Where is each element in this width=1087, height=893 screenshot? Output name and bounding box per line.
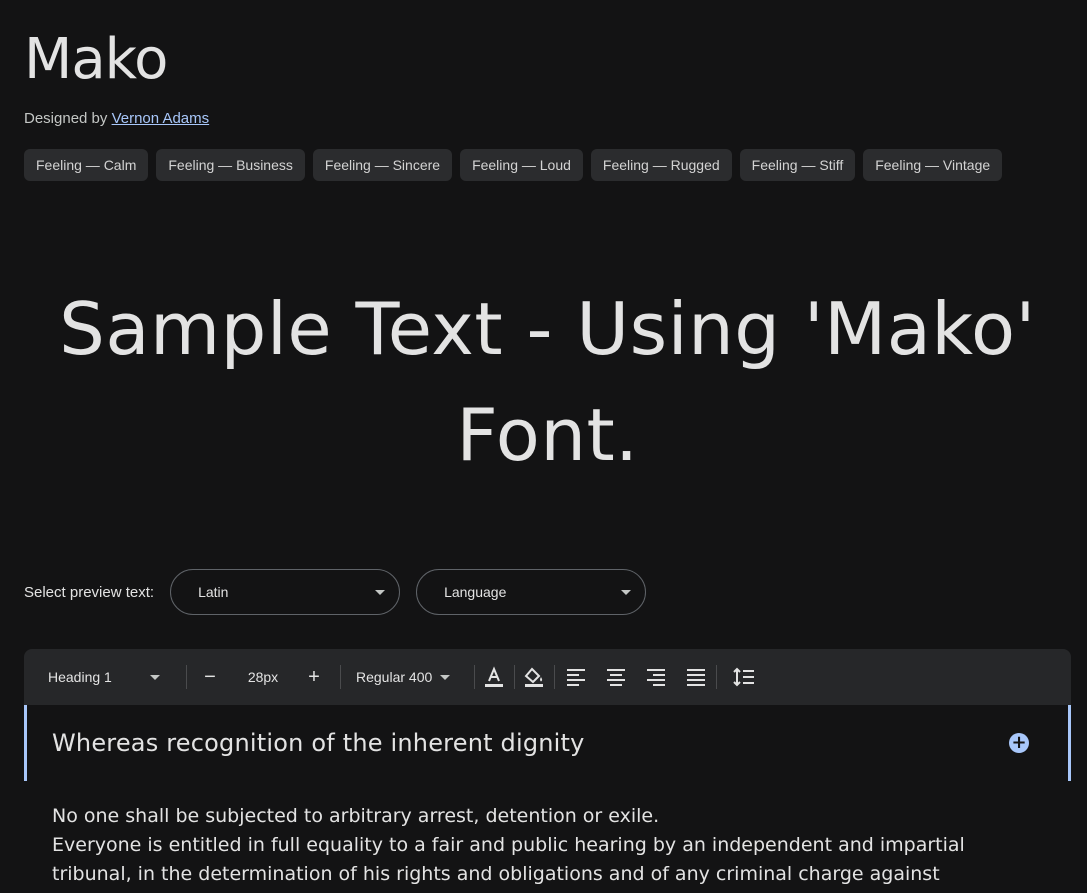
tag-stiff[interactable]: Feeling — Stiff <box>739 149 856 181</box>
tag-loud[interactable]: Feeling — Loud <box>460 149 583 181</box>
align-left-icon <box>567 669 585 686</box>
chevron-down-icon <box>440 674 451 680</box>
tag-sincere[interactable]: Feeling — Sincere <box>312 149 453 181</box>
font-title: Mako <box>24 27 168 92</box>
select-preview-label: Select preview text: <box>24 583 155 601</box>
align-center-icon <box>607 669 625 686</box>
preview-sample-text[interactable]: Sample Text - Using 'Mako' Font. <box>24 276 1071 488</box>
script-select-value: Latin <box>198 584 229 600</box>
editor-paragraph[interactable]: Everyone is entitled in full equality to… <box>52 831 1012 889</box>
tag-calm[interactable]: Feeling — Calm <box>24 149 149 181</box>
font-weight-dropdown[interactable]: Regular 400 <box>356 649 460 705</box>
toolbar-divider <box>474 665 475 689</box>
fill-color-icon <box>524 667 543 687</box>
line-height-icon <box>733 667 754 687</box>
text-style-dropdown[interactable]: Heading 1 <box>48 649 168 705</box>
tag-rugged[interactable]: Feeling — Rugged <box>590 149 732 181</box>
text-style-value: Heading 1 <box>48 669 112 685</box>
editor-heading-text[interactable]: Whereas recognition of the inherent dign… <box>52 729 585 757</box>
toolbar-divider <box>340 665 341 689</box>
language-select[interactable]: Language <box>416 569 647 615</box>
align-right-button[interactable] <box>644 649 668 705</box>
add-circle-icon[interactable]: + <box>1009 733 1029 753</box>
feeling-tags: Feeling — Calm Feeling — Business Feelin… <box>24 149 1003 181</box>
editor-paragraph[interactable]: No one shall be subjected to arbitrary a… <box>52 802 1012 831</box>
designed-by-label: Designed by <box>24 110 108 127</box>
language-select-value: Language <box>444 584 507 600</box>
preview-selector-row: Select preview text: Latin Language <box>24 569 662 615</box>
font-weight-value: Regular 400 <box>356 669 433 685</box>
designer-link[interactable]: Vernon Adams <box>112 110 210 127</box>
toolbar-divider <box>554 665 555 689</box>
text-color-button[interactable] <box>482 649 506 705</box>
script-select[interactable]: Latin <box>170 569 401 615</box>
chevron-down-icon <box>621 590 632 595</box>
toolbar-divider <box>716 665 717 689</box>
align-right-icon <box>647 669 665 686</box>
chevron-down-icon <box>149 674 160 680</box>
align-justify-button[interactable] <box>684 649 708 705</box>
font-specimen-page: Mako Designed by Vernon Adams Feeling — … <box>0 0 1087 893</box>
tag-vintage[interactable]: Feeling — Vintage <box>863 149 1003 181</box>
align-center-button[interactable] <box>604 649 628 705</box>
toolbar-divider <box>514 665 515 689</box>
align-justify-icon <box>687 669 705 686</box>
editor-heading-block[interactable]: Whereas recognition of the inherent dign… <box>24 705 1071 781</box>
decrease-size-button[interactable]: − <box>198 649 222 705</box>
align-left-button[interactable] <box>564 649 588 705</box>
chevron-down-icon <box>375 590 386 595</box>
editor-toolbar: Heading 1 − 28px + Regular 400 <box>24 649 1071 705</box>
toolbar-divider <box>186 665 187 689</box>
tag-business[interactable]: Feeling — Business <box>156 149 305 181</box>
editor-body[interactable]: No one shall be subjected to arbitrary a… <box>52 802 1012 889</box>
designer-line: Designed by Vernon Adams <box>24 110 209 127</box>
fill-color-button[interactable] <box>522 649 546 705</box>
font-size-value[interactable]: 28px <box>240 649 286 705</box>
increase-size-button[interactable]: + <box>302 649 326 705</box>
text-color-icon <box>485 666 503 687</box>
line-height-button[interactable] <box>732 649 756 705</box>
